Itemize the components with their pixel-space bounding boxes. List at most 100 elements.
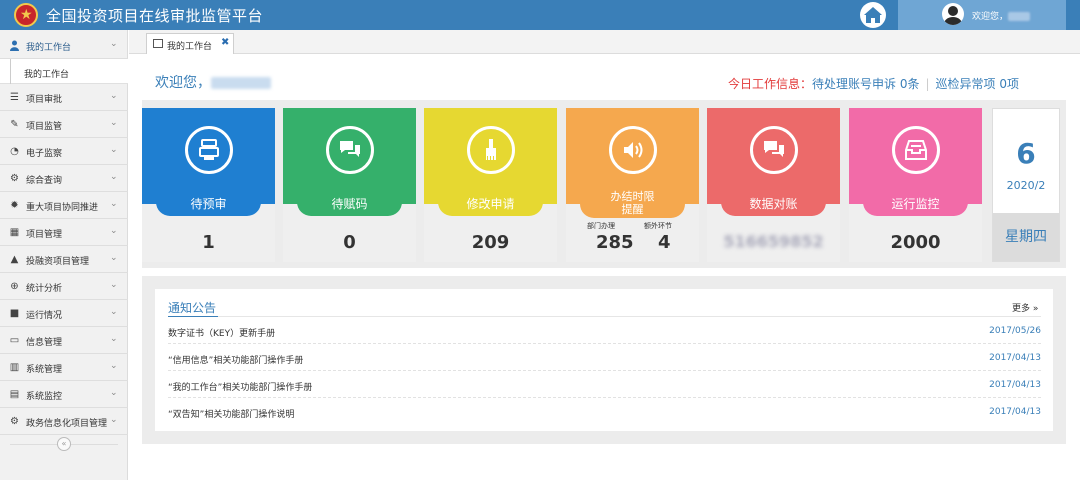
card-pending-coding[interactable]: 待赋码 0 [283,108,416,262]
window-icon [153,39,163,48]
sidebar-item-label: 项目管理 [26,230,63,240]
sidebar-item-label: 运行情况 [26,311,63,321]
list-icon: ☰ [10,92,19,103]
chevron-down-icon: ⌄ [110,280,118,290]
gear-icon: ✹ [10,200,19,211]
notice-panel: 通知公告 更多 » 数字证书（KEY）更新手册 2017/05/26 “信用信息… [155,289,1053,431]
welcome-message: 欢迎您， [155,72,271,92]
sidebar-item-project-management[interactable]: ▦ 项目管理 ⌄ [0,219,128,246]
app-title: 全国投资项目在线审批监管平台 [46,7,264,25]
chevron-down-icon: ⌄ [110,361,118,371]
notice-more-link[interactable]: 更多 » [1012,301,1038,314]
notice-row[interactable]: “我的工作台”相关功能部门操作手册 2017/04/13 [168,371,1041,398]
card-modify-request[interactable]: 修改申请 209 [424,108,557,262]
sidebar-item-system-management[interactable]: ▥ 系统管理 ⌄ [0,354,128,381]
sidebar-item-gov-it-projects[interactable]: ⚙ 政务信息化项目管理 ⌄ [0,408,128,435]
sidebar-item-label: 统计分析 [26,284,63,294]
chevron-down-icon: ⌄ [110,118,118,128]
bell-icon: ▲ [10,254,19,265]
close-icon[interactable]: ✖ [221,37,229,48]
card-run-monitor[interactable]: 运行监控 2000 [849,108,982,262]
cogs-icon: ⚙ [10,173,19,184]
extra-step-label: 额外环节 [644,222,672,230]
sidebar-item-label: 信息管理 [26,338,63,348]
today-work-info: 今日工作信息：待处理账号申诉 0条 | 巡检异常项 0项 [728,77,1019,91]
date-day: 6 [1016,137,1036,170]
user-name-blurred [1008,12,1031,21]
dept-processing-label: 部门办理 [587,222,615,230]
card-value: 516659852 [723,232,824,251]
chevron-down-icon: ⌄ [110,415,118,425]
user-icon [9,40,20,51]
sidebar-item-investment[interactable]: ▲ 投融资项目管理 ⌄ [0,246,128,273]
sidebar-subitem-label: 我的工作台 [24,70,70,80]
chat-bubbles-icon [750,126,798,174]
notice-row-title[interactable]: 数字证书（KEY）更新手册 [168,326,275,339]
calendar-icon: ▤ [9,389,20,400]
chat-bubbles-icon [326,126,374,174]
notice-title: 通知公告 [168,301,217,315]
tab-strip: 我的工作台 ✖ [129,30,1080,54]
card-value: 0 [343,232,356,253]
sidebar-item-label: 综合查询 [26,176,63,186]
chevron-down-icon: ⌄ [110,145,118,155]
card-deadline-reminder[interactable]: 办结时限 提醒 部门办理 额外环节 285 4 [566,108,699,262]
inspection-anomalies-link[interactable]: 巡检异常项 0项 [936,77,1019,91]
notice-row[interactable]: “双告知”相关功能部门操作说明 2017/04/13 [168,398,1041,425]
sidebar-collapse-icon[interactable]: « [57,437,71,451]
sidebar-item-statistics[interactable]: ⊕ 统计分析 ⌄ [0,273,128,300]
sidebar-item-project-approval[interactable]: ☰ 项目审批 ⌄ [0,84,128,111]
notice-row-date: 2017/05/26 [989,326,1041,336]
avatar [942,3,964,25]
sidebar-item-operations[interactable]: ■ 运行情况 ⌄ [0,300,128,327]
chart-icon: ▥ [9,362,20,373]
chevron-down-icon: ⌄ [110,388,118,398]
sidebar-item-system-monitor[interactable]: ▤ 系统监控 ⌄ [0,381,128,408]
sidebar-item-workbench[interactable]: 我的工作台 ⌄ [0,32,128,59]
folder-icon: ■ [9,308,20,319]
sidebar-item-label: 电子监察 [26,149,63,159]
notice-row[interactable]: 数字证书（KEY）更新手册 2017/05/26 [168,317,1041,344]
date-card: 6 2020/2 星期四 [992,108,1060,262]
sidebar-item-project-supervision[interactable]: ✎ 项目监管 ⌄ [0,111,128,138]
national-emblem-icon [14,3,38,27]
sidebar: 我的工作台 ⌄ 我的工作台 ☰ 项目审批 ⌄ ✎ 项目监管 ⌄ ◔ 电子监察 ⌄… [0,30,128,480]
sidebar-item-major-projects[interactable]: ✹ 重大项目协同推进 ⌄ [0,192,128,219]
top-bar: 全国投资项目在线审批监管平台 欢迎您， [0,0,1080,30]
edit-icon: ✎ [10,119,19,130]
notice-row-title[interactable]: “信用信息”相关功能部门操作手册 [168,353,303,366]
notice-row-date: 2017/04/13 [989,407,1041,417]
sidebar-subitem-workbench[interactable]: 我的工作台 [0,59,128,84]
card-value: 1 [202,232,215,253]
tab-workbench[interactable]: 我的工作台 ✖ [146,33,234,54]
card-pending-preview[interactable]: 待预审 1 [142,108,275,262]
sidebar-item-label: 我的工作台 [26,43,72,53]
sidebar-item-label: 重大项目协同推进 [26,203,99,213]
pending-appeals-link[interactable]: 待处理账号申诉 0条 [812,77,919,91]
search-icon: ⊕ [10,281,19,292]
notice-area: 通知公告 更多 » 数字证书（KEY）更新手册 2017/05/26 “信用信息… [142,276,1066,444]
card-label: 运行监控 [863,192,968,216]
stat-cards-area: 待预审 1 待赋码 0 修改申请 209 办结时限 提醒 部门办理 额外环节 2… [142,100,1066,268]
user-menu[interactable]: 欢迎您， [898,0,1066,30]
sidebar-item-e-inspection[interactable]: ◔ 电子监察 ⌄ [0,138,128,165]
sidebar-item-info-management[interactable]: ▭ 信息管理 ⌄ [0,327,128,354]
notice-row[interactable]: “信用信息”相关功能部门操作手册 2017/04/13 [168,344,1041,371]
notice-row-title[interactable]: “双告知”相关功能部门操作说明 [168,407,294,420]
speaker-icon [609,126,657,174]
sidebar-item-label: 政务信息化项目管理 [26,419,108,429]
notice-row-title[interactable]: “我的工作台”相关功能部门操作手册 [168,380,312,393]
home-icon[interactable] [860,2,886,28]
chevron-down-icon: ⌄ [110,334,118,344]
card-data-reconciliation[interactable]: 数据对账 516659852 [707,108,840,262]
paint-brush-icon [467,126,515,174]
sidebar-item-label: 系统管理 [26,365,63,375]
sidebar-item-label: 项目监管 [26,122,63,132]
inbox-tray-icon [892,126,940,174]
dashboard-icon: ◔ [10,146,19,157]
user-name-blurred [211,77,271,89]
sidebar-item-query[interactable]: ⚙ 综合查询 ⌄ [0,165,128,192]
extra-step-value: 4 [658,232,671,253]
monitor-icon: ▭ [9,335,20,346]
card-label: 数据对账 [721,192,826,216]
